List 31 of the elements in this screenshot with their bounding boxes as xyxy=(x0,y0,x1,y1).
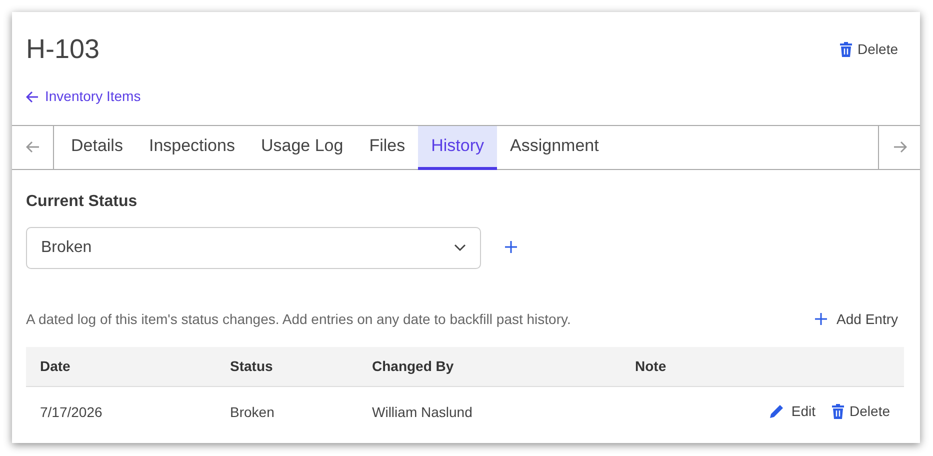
column-header: Note xyxy=(621,346,702,386)
page-title: H-103 xyxy=(26,33,100,66)
field-label: Current Status xyxy=(26,192,138,212)
add-entry-button[interactable]: Add Entry xyxy=(814,308,898,330)
chevron-down-icon xyxy=(454,244,466,252)
column-header: Date xyxy=(26,346,216,386)
status-select[interactable]: Broken xyxy=(26,226,481,268)
plus-icon xyxy=(814,313,827,325)
edit-button[interactable]: Edit xyxy=(769,400,816,422)
trash-icon xyxy=(832,404,844,418)
column-header: Changed By xyxy=(358,346,621,386)
delete-button[interactable]: Delete xyxy=(840,38,898,60)
arrow-left-icon xyxy=(26,141,40,153)
tab[interactable]: History xyxy=(418,126,498,170)
trash-icon xyxy=(840,42,852,56)
column-header: Status xyxy=(216,346,358,386)
delete-button[interactable]: Delete xyxy=(832,400,890,422)
plus-icon xyxy=(505,241,517,254)
tab[interactable]: Assignment xyxy=(497,126,612,170)
tab[interactable]: Files xyxy=(356,126,418,170)
table-cell: Broken xyxy=(216,386,358,438)
tab[interactable]: Usage Log xyxy=(248,126,356,170)
arrow-left-icon xyxy=(26,90,39,102)
tab[interactable]: Inspections xyxy=(136,126,248,170)
arrow-right-icon xyxy=(892,141,906,153)
table-cell: William Naslund xyxy=(358,386,621,438)
tab[interactable]: Details xyxy=(58,126,136,170)
back-link[interactable]: Inventory Items xyxy=(26,86,141,107)
description: A dated log of this item's status changes. Add entries on any date to backfill past history. xyxy=(26,310,571,329)
table-cell: 7/17/2026 xyxy=(26,386,216,438)
pencil-icon xyxy=(769,403,786,419)
